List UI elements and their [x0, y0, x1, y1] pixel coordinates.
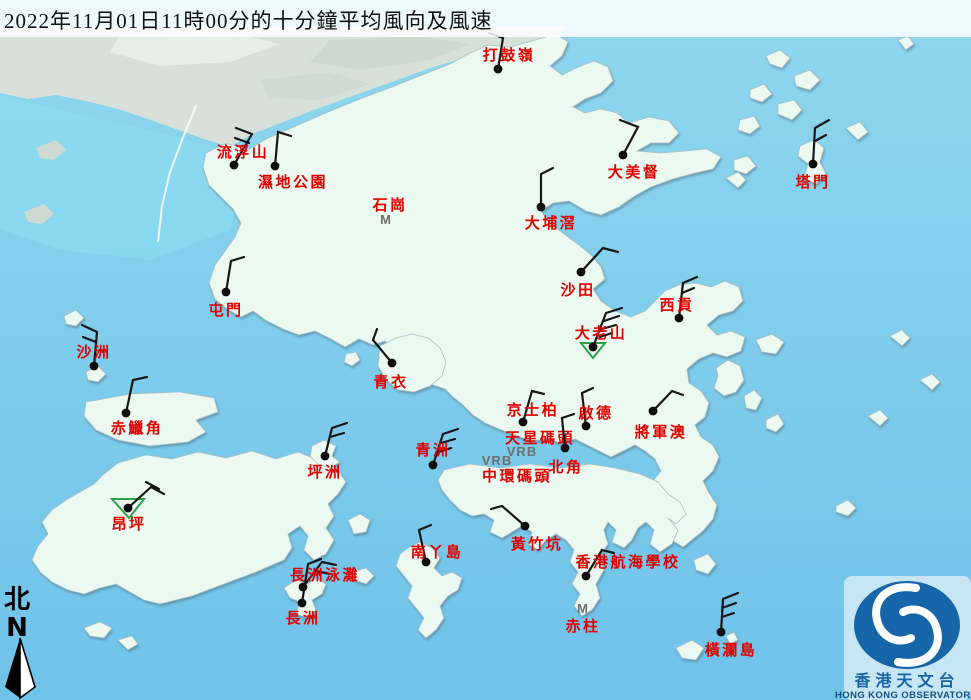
station-label: 青衣: [373, 373, 408, 391]
station-dot: [90, 362, 99, 371]
station-dot: [582, 422, 591, 431]
station-dot: [124, 504, 133, 513]
station-label: 青洲: [415, 441, 450, 459]
station-dot: [537, 203, 546, 212]
logo-chinese-text: 香港天文台: [853, 671, 959, 690]
station-label: 西貢: [659, 296, 694, 314]
station-dot: [717, 628, 726, 637]
station-label: 長洲: [285, 609, 320, 627]
station-dot: [577, 268, 586, 277]
station-dot: [298, 599, 307, 608]
station-dot: [675, 314, 684, 323]
indicator-m: M: [380, 212, 392, 227]
indicator-m: M: [577, 601, 589, 616]
map-title: 2022年11月01日11時00分的十分鐘平均風向及風速: [0, 0, 492, 35]
station-dot: [494, 65, 503, 74]
station-dot: [388, 359, 397, 368]
logo-english-text: HONG KONG OBSERVATORY: [835, 690, 971, 700]
station-label: 屯門: [208, 301, 243, 319]
station-label: 昂坪: [111, 515, 146, 533]
station-dot: [122, 409, 131, 418]
station-dot: [582, 572, 591, 581]
indicator-vrb: VRB: [482, 453, 512, 468]
hko-emblem-icon: [854, 581, 960, 669]
station-dot: [222, 288, 231, 297]
title-bar: 2022年11月01日11時00分的十分鐘平均風向及風速: [0, 0, 971, 37]
station-dot: [561, 444, 570, 453]
station-label: 坪洲: [307, 463, 342, 481]
station-label: 長洲泳灘: [290, 566, 360, 584]
station-dot: [321, 452, 330, 461]
station-label: 流浮山: [217, 143, 270, 161]
station-label: 黃竹坑: [511, 535, 564, 553]
station-label: 沙洲: [76, 343, 111, 361]
compass-n-label: N: [6, 613, 28, 643]
station-label: 中環碼頭: [482, 467, 552, 485]
hong-kong-map: 打鼓嶺流浮山濕地公園石崗M大美督塔門大埔滘沙田西貢大老山屯門沙洲赤鱲角青衣京士柏…: [0, 0, 971, 700]
station-label: 赤柱: [565, 617, 600, 635]
compass-chinese-label: 北: [4, 585, 30, 615]
station-label: 赤鱲角: [111, 419, 164, 437]
station-label: 打鼓嶺: [483, 46, 536, 64]
station-dot: [809, 160, 818, 169]
station-dot: [429, 461, 438, 470]
station-label: 大美督: [608, 163, 661, 181]
station-label: 香港航海學校: [575, 553, 680, 571]
station-label: 南丫島: [411, 543, 464, 561]
station-label: 橫瀾島: [705, 641, 758, 659]
hko-logo: 香港天文台 HONG KONG OBSERVATORY: [835, 576, 971, 700]
station-label: 大老山: [575, 324, 628, 342]
station-label: 沙田: [560, 281, 595, 299]
station-label: 北角: [548, 458, 583, 476]
station-label: 將軍澳: [635, 423, 688, 441]
station-dot: [589, 343, 598, 352]
station-label: 濕地公園: [258, 173, 328, 191]
station-dot: [521, 522, 530, 531]
station-dot: [649, 407, 658, 416]
station-label: 大埔滘: [525, 214, 578, 232]
station-label: 京士柏: [507, 401, 560, 419]
station-label: 塔門: [795, 173, 830, 191]
wind-map-screen: 打鼓嶺流浮山濕地公園石崗M大美督塔門大埔滘沙田西貢大老山屯門沙洲赤鱲角青衣京士柏…: [0, 0, 971, 700]
station-dot: [619, 151, 628, 160]
station-dot: [230, 161, 239, 170]
station-dot: [271, 162, 280, 171]
station-label: 啟德: [578, 404, 613, 422]
